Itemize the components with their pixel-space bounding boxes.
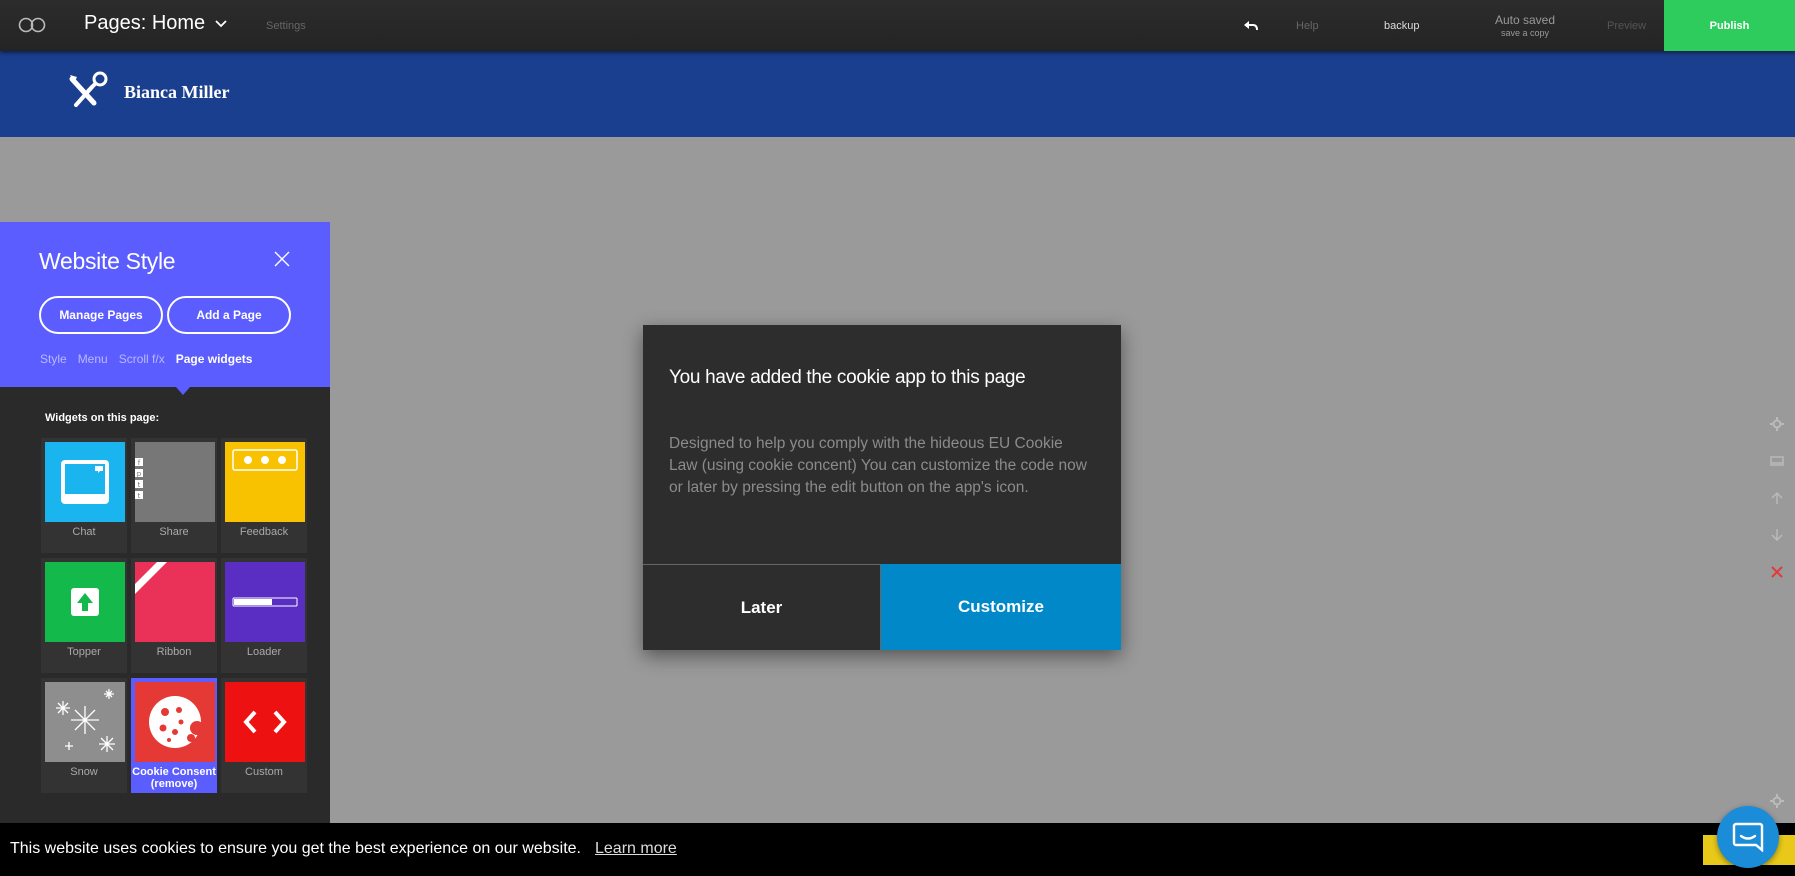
widget-label: Feedback [239, 526, 289, 538]
cookie-widget-icon [135, 682, 215, 762]
manage-pages-button[interactable]: Manage Pages [39, 296, 163, 334]
gear-icon[interactable] [1770, 794, 1784, 808]
widget-ribbon[interactable]: Ribbon [131, 558, 217, 673]
panel-title: Website Style [39, 248, 176, 274]
learn-more-link[interactable]: Learn more [595, 840, 677, 858]
customize-button[interactable]: Customize [881, 564, 1121, 650]
page-selector[interactable]: Pages: Home [84, 12, 227, 35]
topper-widget-icon [45, 562, 125, 642]
tab-scroll-fx[interactable]: Scroll f/x [119, 352, 165, 366]
feedback-widget-icon [225, 442, 305, 522]
arrow-down-icon[interactable] [1770, 528, 1784, 542]
chat-launcher-button[interactable] [1717, 806, 1779, 868]
cookie-consent-bar: This website uses cookies to ensure you … [0, 823, 1795, 876]
autosave-status[interactable]: Auto saved save a copy [1494, 13, 1556, 38]
editor-toolbar: Pages: Home Settings Help backup Auto sa… [0, 0, 1795, 51]
widget-label: Cookie Consent (remove) [132, 766, 216, 790]
widgets-heading: Widgets on this page: [45, 412, 160, 424]
widget-label: Snow [70, 766, 98, 778]
backup-link[interactable]: backup [1384, 20, 1419, 32]
tools-logo-icon [69, 71, 108, 107]
widget-label: Topper [67, 646, 101, 658]
site-header: Bianca Miller [0, 51, 1795, 137]
later-button[interactable]: Later [643, 564, 881, 650]
autosave-label: Auto saved [1494, 13, 1556, 27]
preview-link[interactable]: Preview [1607, 20, 1646, 32]
dialog-title: You have added the cookie app to this pa… [669, 367, 1026, 388]
help-link[interactable]: Help [1296, 20, 1319, 32]
ribbon-widget-icon [135, 562, 215, 642]
active-tab-pointer [176, 387, 190, 395]
chat-bubble-icon [1732, 822, 1764, 852]
svg-text:t: t [138, 481, 141, 489]
page-selector-label: Pages: Home [84, 12, 206, 34]
panel-header: Website Style Manage Pages Add a Page St… [0, 222, 330, 387]
widget-share[interactable]: f p t t Share [131, 438, 217, 553]
settings-link[interactable]: Settings [266, 20, 306, 32]
gear-icon[interactable] [1770, 417, 1784, 431]
widgets-grid: Chat f p t t Share Feedback Topper Ribbo… [41, 438, 307, 793]
widget-cookie-consent[interactable]: Cookie Consent (remove) [131, 678, 217, 793]
widget-label: Ribbon [156, 646, 192, 658]
layout-icon[interactable] [1770, 454, 1784, 468]
chevron-down-icon [215, 19, 227, 27]
undo-icon[interactable] [1242, 17, 1260, 35]
svg-text:t: t [138, 492, 141, 500]
tab-style[interactable]: Style [40, 352, 67, 366]
tab-menu[interactable]: Menu [78, 352, 108, 366]
close-icon[interactable] [274, 251, 290, 267]
widget-snow[interactable]: Snow [41, 678, 127, 793]
widget-label: Loader [246, 646, 282, 658]
save-copy-link[interactable]: save a copy [1494, 28, 1556, 38]
tab-page-widgets[interactable]: Page widgets [176, 352, 253, 366]
chat-widget-icon [45, 442, 125, 522]
add-page-button[interactable]: Add a Page [167, 296, 291, 334]
widget-custom[interactable]: Custom [221, 678, 307, 793]
svg-text:p: p [137, 470, 142, 478]
arrow-up-icon[interactable] [1770, 491, 1784, 505]
loader-widget-icon [225, 562, 305, 642]
share-widget-icon: f p t t [135, 442, 215, 522]
snow-widget-icon [45, 682, 125, 762]
widget-label: Share [159, 526, 189, 538]
app-logo-icon[interactable] [18, 16, 46, 34]
site-name[interactable]: Bianca Miller [124, 82, 229, 103]
website-style-panel: Website Style Manage Pages Add a Page St… [0, 222, 330, 876]
panel-subtabs: Style Menu Scroll f/x Page widgets [40, 352, 263, 366]
code-widget-icon [225, 682, 305, 762]
widget-label: Chat [72, 526, 96, 538]
delete-icon[interactable] [1770, 565, 1784, 579]
widget-chat[interactable]: Chat [41, 438, 127, 553]
widget-label: Custom [245, 766, 283, 778]
widget-topper[interactable]: Topper [41, 558, 127, 673]
dialog-body: Designed to help you comply with the hid… [669, 435, 1087, 496]
widget-feedback[interactable]: Feedback [221, 438, 307, 553]
publish-button[interactable]: Publish [1664, 0, 1795, 51]
widget-loader[interactable]: Loader [221, 558, 307, 673]
cookie-app-dialog: You have added the cookie app to this pa… [643, 325, 1121, 650]
cookie-message: This website uses cookies to ensure you … [10, 840, 581, 857]
